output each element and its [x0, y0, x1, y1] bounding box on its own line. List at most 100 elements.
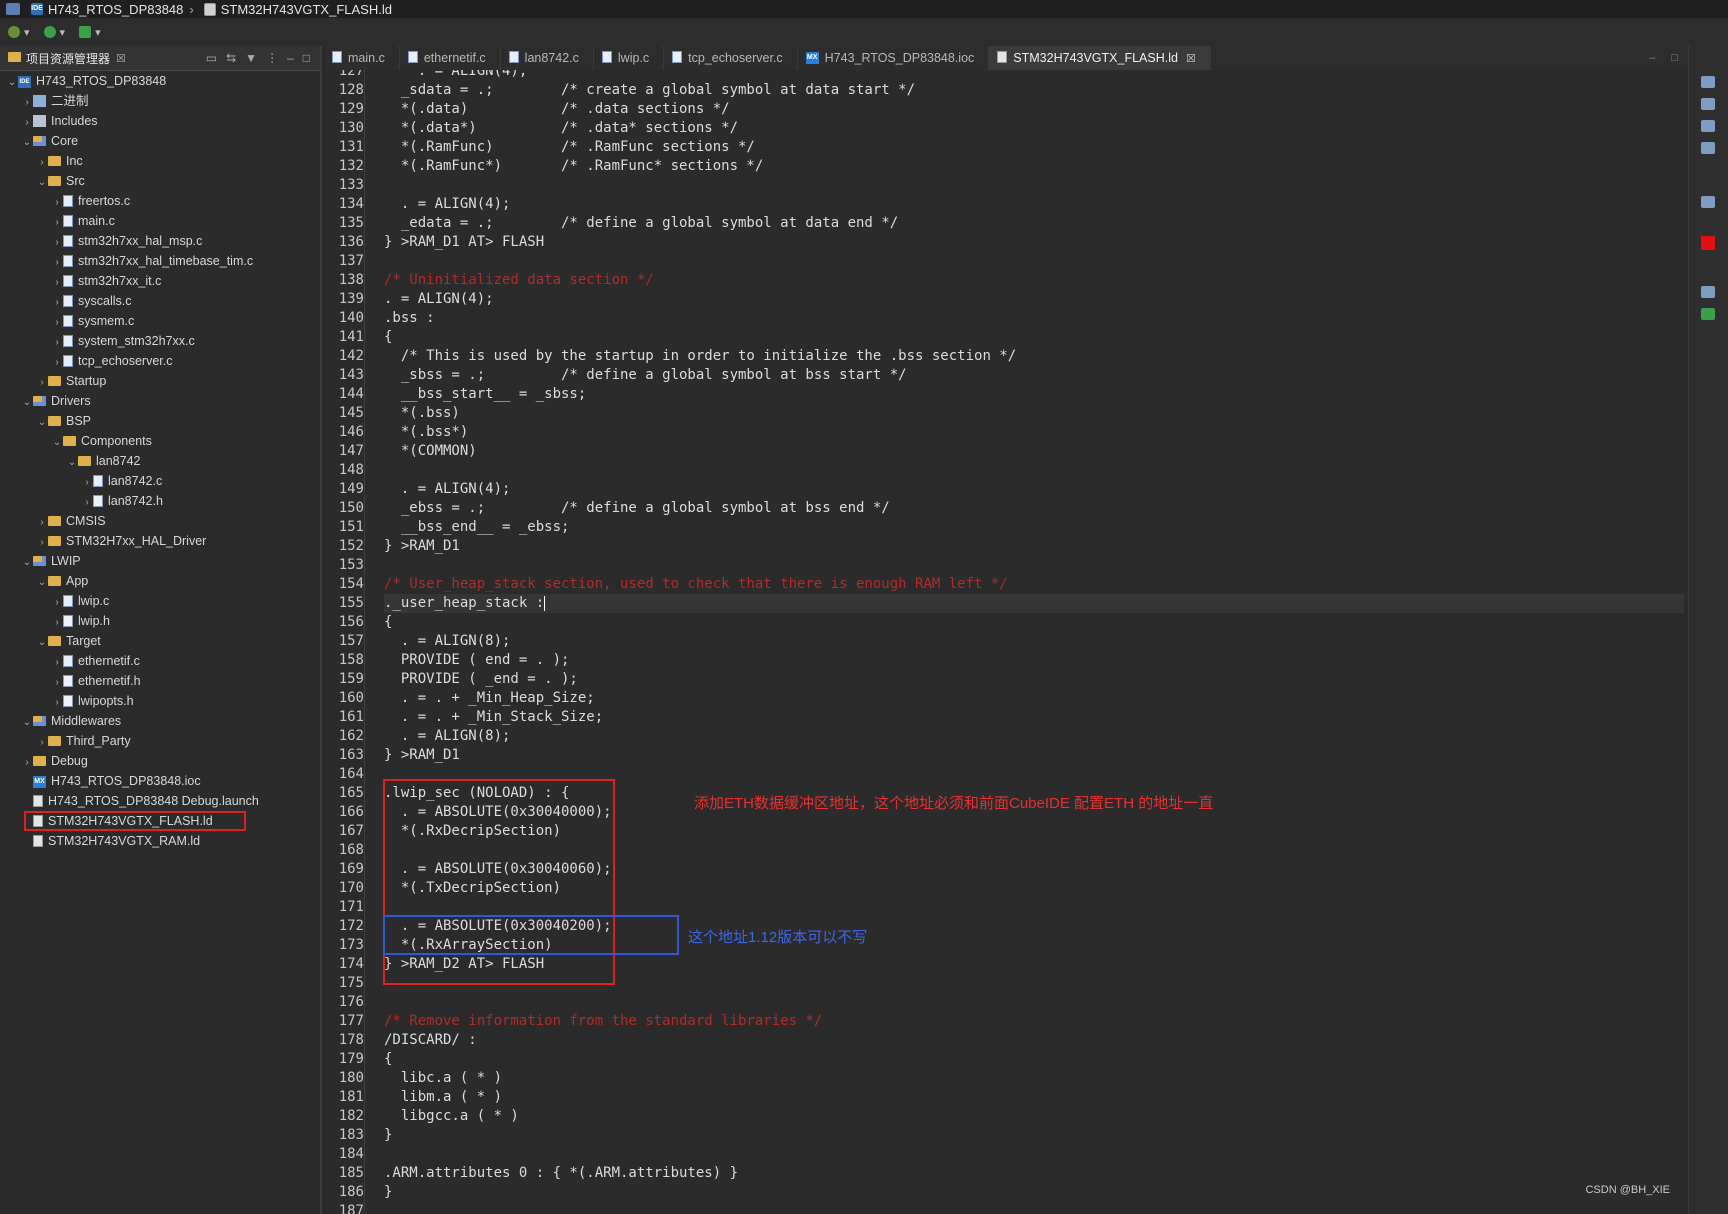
tree-item[interactable]: › tcp_echoserver.c [0, 351, 320, 371]
tree-item[interactable]: › lwip.c [0, 591, 320, 611]
code-line[interactable]: __bss_start__ = _sbss; [384, 385, 1684, 404]
code-line[interactable]: } >RAM_D1 AT> FLASH [384, 233, 1684, 252]
code-line[interactable]: { [384, 328, 1684, 347]
code-line[interactable]: *(.RamFunc*) /* .RamFunc* sections */ [384, 157, 1684, 176]
chevron-right-icon[interactable]: › [51, 193, 63, 213]
code-line[interactable]: /* Remove information from the standard … [384, 1012, 1684, 1031]
code-line[interactable] [384, 556, 1684, 575]
tree-item[interactable]: › lwip.h [0, 611, 320, 631]
tree-item[interactable]: ⌄ App [0, 571, 320, 591]
chevron-right-icon[interactable]: › [51, 653, 63, 673]
code-line[interactable]: *(.bss) [384, 404, 1684, 423]
debug-config-button[interactable]: ▾ [8, 26, 30, 39]
tree-item[interactable]: H743_RTOS_DP83848 Debug.launch [0, 791, 320, 811]
tree-item[interactable]: › CMSIS [0, 511, 320, 531]
console-icon[interactable] [1701, 142, 1715, 154]
code-line[interactable]: } [384, 1183, 1684, 1202]
chevron-right-icon[interactable]: › [51, 233, 63, 253]
project-explorer-title[interactable]: 项目资源管理器 [26, 50, 110, 67]
collapse-all-icon[interactable]: ▭ [206, 51, 217, 65]
code-line[interactable]: *(.data) /* .data sections */ [384, 100, 1684, 119]
chevron-right-icon[interactable]: › [51, 213, 63, 233]
code-line[interactable] [384, 993, 1684, 1012]
tree-item[interactable]: › lan8742.c [0, 471, 320, 491]
chevron-down-icon[interactable]: ⌄ [36, 573, 48, 593]
code-line[interactable]: _sbss = .; /* define a global symbol at … [384, 366, 1684, 385]
chevron-down-icon[interactable]: ⌄ [6, 73, 18, 93]
code-line[interactable]: . = ALIGN(4); [384, 480, 1684, 499]
chevron-right-icon[interactable]: › [51, 253, 63, 273]
code-line[interactable]: .bss : [384, 309, 1684, 328]
chevron-right-icon[interactable]: › [36, 373, 48, 393]
editor-tab[interactable]: lwip.c [594, 46, 665, 70]
outline-icon[interactable] [1701, 76, 1715, 88]
tree-item[interactable]: ⌄ BSP [0, 411, 320, 431]
chevron-right-icon[interactable]: › [21, 113, 33, 133]
chevron-right-icon[interactable]: › [51, 333, 63, 353]
tree-item[interactable]: MX H743_RTOS_DP83848.ioc [0, 771, 320, 791]
code-line[interactable]: libc.a ( * ) [384, 1069, 1684, 1088]
code-line[interactable]: } >RAM_D1 [384, 746, 1684, 765]
tree-item[interactable]: › sysmem.c [0, 311, 320, 331]
chevron-right-icon[interactable]: › [51, 353, 63, 373]
static-stack-icon[interactable] [1701, 120, 1715, 132]
minimize-icon[interactable]: – [1649, 52, 1655, 64]
code-line[interactable]: } >RAM_D1 [384, 537, 1684, 556]
code-line[interactable]: PROVIDE ( _end = . ); [384, 670, 1684, 689]
maximize-icon[interactable]: □ [303, 51, 310, 65]
code-line[interactable] [384, 1145, 1684, 1164]
close-icon[interactable]: ☒ [1186, 52, 1196, 65]
chevron-down-icon[interactable]: ⌄ [21, 133, 33, 153]
code-line[interactable]: _edata = .; /* define a global symbol at… [384, 214, 1684, 233]
chevron-right-icon[interactable]: › [36, 733, 48, 753]
problems-icon[interactable] [1701, 236, 1715, 250]
chevron-right-icon[interactable]: › [51, 593, 63, 613]
tree-item[interactable]: › lan8742.h [0, 491, 320, 511]
tree-item[interactable]: › Startup [0, 371, 320, 391]
code-line[interactable]: . = ALIGN(8); [384, 632, 1684, 651]
editor-tab[interactable]: MX H743_RTOS_DP83848.ioc [798, 46, 990, 70]
code-line[interactable]: *(.RamFunc) /* .RamFunc sections */ [384, 138, 1684, 157]
chevron-right-icon[interactable]: › [51, 693, 63, 713]
tree-item[interactable]: › Debug [0, 751, 320, 771]
build-analyzer-icon[interactable] [1701, 196, 1715, 208]
chevron-right-icon[interactable]: › [21, 93, 33, 113]
tree-item[interactable]: STM32H743VGTX_RAM.ld [0, 831, 320, 851]
chevron-right-icon[interactable]: › [51, 293, 63, 313]
tree-item[interactable]: › ethernetif.c [0, 651, 320, 671]
code-line[interactable]: . = . + _Min_Heap_Size; [384, 689, 1684, 708]
tree-item[interactable]: › STM32H7xx_HAL_Driver [0, 531, 320, 551]
code-editor[interactable]: 127 128 129 130 131 132 133 134 135 136 137 138 139 1… [324, 70, 1688, 1214]
view-menu-icon[interactable]: ⋮ [266, 51, 278, 65]
maximize-icon[interactable]: □ [1671, 52, 1678, 64]
tree-item[interactable]: › lwipopts.h [0, 691, 320, 711]
link-editor-icon[interactable]: ⇆ [226, 51, 236, 65]
code-line[interactable]: } [384, 1126, 1684, 1145]
chevron-right-icon[interactable]: › [81, 493, 93, 513]
code-line[interactable]: ._user_heap_stack : [384, 594, 1684, 613]
chevron-right-icon[interactable]: › [21, 753, 33, 773]
tree-item[interactable]: ⌄ IDE H743_RTOS_DP83848 [0, 71, 320, 91]
code-line[interactable]: *(.data*) /* .data* sections */ [384, 119, 1684, 138]
chevron-right-icon[interactable]: › [51, 313, 63, 333]
tree-item[interactable]: › stm32h7xx_hal_msp.c [0, 231, 320, 251]
tree-item[interactable]: › freertos.c [0, 191, 320, 211]
code-line[interactable] [384, 1202, 1684, 1214]
code-line[interactable]: libm.a ( * ) [384, 1088, 1684, 1107]
code-line[interactable]: _ebss = .; /* define a global symbol at … [384, 499, 1684, 518]
sfr-icon[interactable] [1701, 286, 1715, 298]
chevron-down-icon[interactable]: ⌄ [66, 453, 78, 473]
code-line[interactable]: . = ALIGN(4); [384, 290, 1684, 309]
code-line[interactable]: { [384, 1050, 1684, 1069]
tree-item[interactable]: › main.c [0, 211, 320, 231]
code-line[interactable]: libgcc.a ( * ) [384, 1107, 1684, 1126]
close-icon[interactable]: ☒ [116, 52, 126, 65]
chevron-right-icon[interactable]: › [51, 673, 63, 693]
tree-item[interactable]: › system_stm32h7xx.c [0, 331, 320, 351]
code-line[interactable]: /* Uninitialized data section */ [384, 271, 1684, 290]
code-line[interactable]: *(.bss*) [384, 423, 1684, 442]
tree-item[interactable]: › Third_Party [0, 731, 320, 751]
code-line[interactable]: { [384, 613, 1684, 632]
tree-item[interactable]: › Includes [0, 111, 320, 131]
chevron-right-icon[interactable]: › [36, 153, 48, 173]
